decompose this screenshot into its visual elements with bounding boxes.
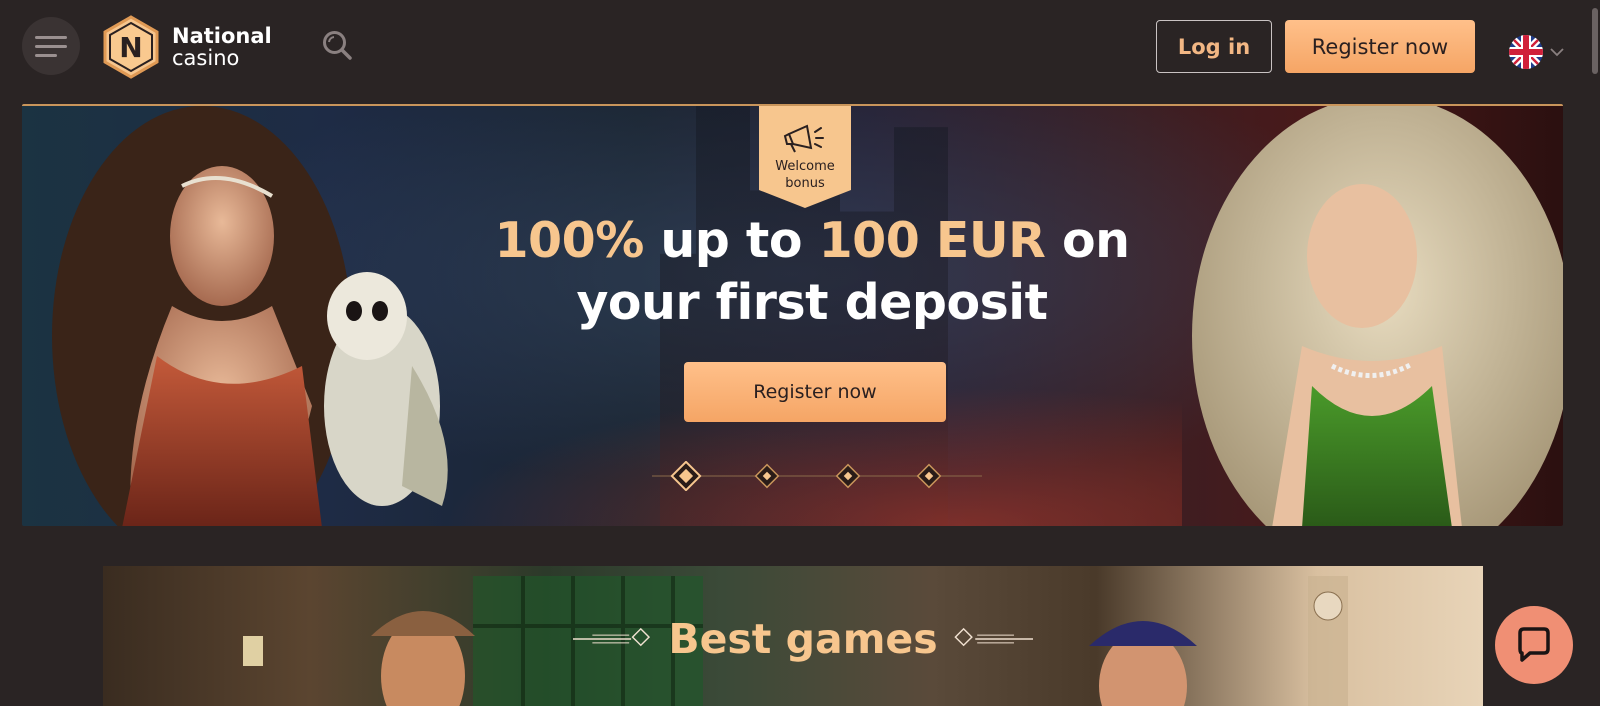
carousel-dot-1-active[interactable] [670, 461, 702, 491]
search-icon[interactable] [322, 30, 352, 60]
logo-badge-icon: N [103, 15, 159, 79]
hero-left-character-image [52, 106, 448, 526]
carousel-dot-4[interactable] [916, 463, 942, 489]
badge-line-2: bonus [785, 176, 825, 191]
logo[interactable]: N National casino [102, 15, 272, 79]
heading-ornament-right-icon [954, 627, 1033, 647]
chat-bubble-icon [1518, 627, 1550, 662]
welcome-bonus-text: Welcome bonus [759, 158, 851, 192]
scrollbar-thumb[interactable] [1592, 8, 1598, 74]
page: N National casino Log in Register now We… [0, 0, 1600, 706]
welcome-bonus-badge: Welcome bonus [759, 106, 851, 208]
hero-right-character-image [1192, 106, 1563, 526]
hero-register-button[interactable]: Register now [684, 362, 946, 422]
menu-line [35, 35, 67, 39]
language-selector[interactable] [1508, 34, 1568, 70]
headline-amount: 100 EUR [818, 212, 1046, 269]
svg-text:N: N [119, 31, 142, 64]
chevron-down-icon [1550, 48, 1564, 57]
live-chat-button[interactable] [1495, 606, 1573, 684]
carousel-pagination [652, 461, 982, 491]
headline-line-1: 100% up to 100 EUR on [482, 210, 1142, 272]
best-games-section: Best games [103, 566, 1483, 706]
headline-percent: 100% [494, 212, 644, 269]
best-games-heading: Best games [573, 614, 1033, 664]
login-button[interactable]: Log in [1156, 20, 1272, 73]
heading-ornament-left-icon [573, 627, 651, 647]
menu-line [35, 53, 57, 57]
best-games-title: Best games [668, 615, 938, 663]
carousel-dot-3[interactable] [835, 463, 861, 489]
headline-up-to: up to [643, 212, 819, 269]
logo-line-1: National [172, 23, 272, 48]
hero-headline: 100% up to 100 EUR on your first deposit [482, 210, 1142, 334]
headline-on: on [1045, 212, 1130, 269]
register-button[interactable]: Register now [1285, 20, 1475, 73]
hero-banner: Welcome bonus 100% up to 100 EUR on your… [22, 104, 1563, 526]
headline-line-2: your first deposit [576, 274, 1048, 331]
logo-text: National casino [172, 23, 272, 70]
megaphone-icon [783, 124, 824, 153]
site-header: N National casino Log in Register now [0, 0, 1600, 92]
logo-line-2: casino [172, 45, 240, 70]
hamburger-menu-button[interactable] [22, 17, 80, 75]
badge-line-1: Welcome [775, 159, 835, 174]
carousel-dot-2[interactable] [754, 463, 780, 489]
uk-flag-icon [1509, 35, 1543, 69]
menu-line [35, 44, 67, 48]
